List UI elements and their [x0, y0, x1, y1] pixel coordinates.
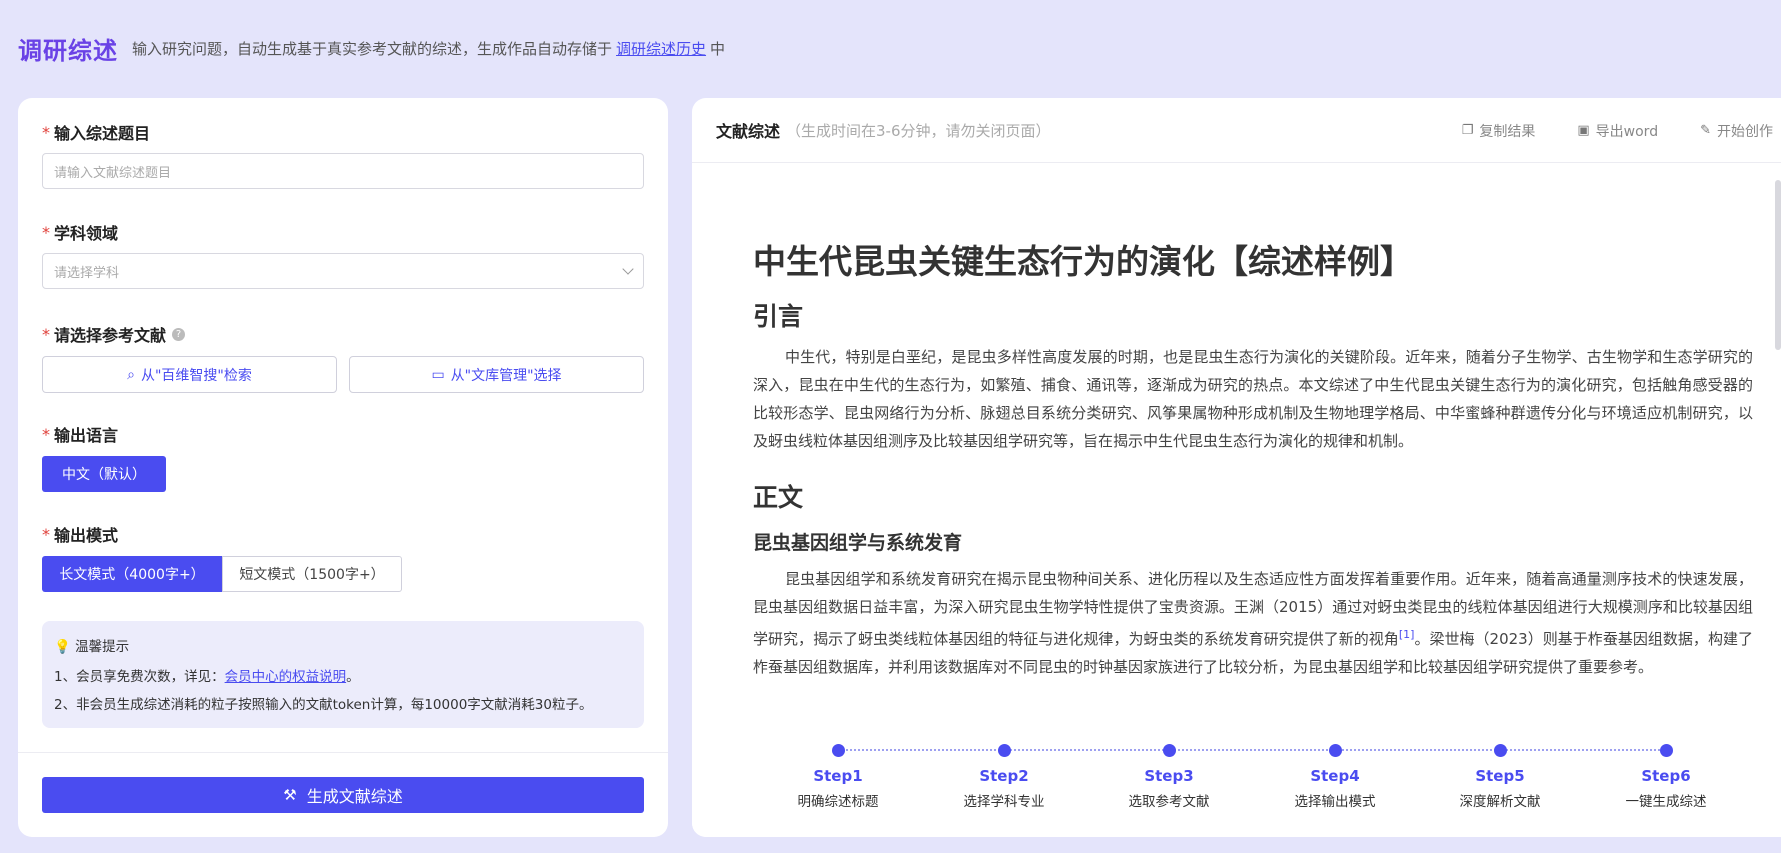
intro-paragraph: 中生代，特别是白垩纪，是昆虫多样性高度发展的时期，也是昆虫生态行为演化的关键阶段…: [753, 348, 1753, 450]
export-word-button[interactable]: ▣ 导出word: [1577, 121, 1658, 141]
tips-box: 💡 温馨提示 1、会员享免费次数，详见：会员中心的权益说明。 2、非会员生成综述…: [42, 621, 644, 728]
document-title: 中生代昆虫关键生态行为的演化【综述样例】: [753, 242, 1413, 281]
language-label: * 输出语言: [42, 424, 119, 446]
search-icon: ⌕: [127, 366, 135, 383]
topic-input[interactable]: 请输入文献综述题目: [42, 153, 644, 189]
topic-label: * 输入综述题目: [42, 122, 151, 144]
step-4: Step4 选择输出模式: [1260, 744, 1410, 810]
search-refs-button[interactable]: ⌕ 从"百维智搜"检索: [42, 356, 337, 393]
description-suffix: 中: [710, 39, 726, 58]
mode-label: * 输出模式: [42, 524, 119, 546]
subject-label: * 学科领域: [42, 222, 119, 244]
copy-result-button[interactable]: ❐ 复制结果: [1462, 121, 1536, 141]
section-paragraph: 昆虫基因组学和系统发育研究在揭示昆虫物种间关系、进化历程以及生态适应性方面发挥着…: [753, 570, 1753, 676]
result-panel: 文献综述 （生成时间在3-6分钟，请勿关闭页面） ❐ 复制结果 ▣ 导出word ✎…: [692, 98, 1781, 837]
tip-line-1: 1、会员享免费次数，详见：会员中心的权益说明。: [54, 669, 360, 685]
copy-icon: ❐: [1461, 123, 1474, 138]
step-2: Step2 选择学科专业: [929, 744, 1079, 810]
generate-review-button[interactable]: ⚒ 生成文献综述: [42, 777, 644, 813]
chevron-down-icon: [622, 263, 634, 275]
refs-label: * 请选择参考文献?: [42, 322, 186, 346]
history-link[interactable]: 调研综述历史: [616, 40, 706, 58]
result-header: 文献综述 （生成时间在3-6分钟，请勿关闭页面） ❐ 复制结果 ▣ 导出word ✎…: [692, 98, 1781, 163]
description-text: 输入研究问题，自动生成基于真实参考文献的综述，生成作品自动存储于: [132, 39, 613, 58]
intro-heading: 引言: [753, 302, 804, 331]
membership-rights-link[interactable]: 会员中心的权益说明: [225, 669, 347, 685]
step-6: Step6 一键生成综述: [1591, 744, 1741, 810]
divider: [18, 752, 668, 753]
top-bar: 调研综述 输入研究问题，自动生成基于真实参考文献的综述，生成作品自动存储于 调研综…: [18, 30, 725, 66]
lightbulb-icon: 💡: [54, 639, 71, 655]
folder-icon: ▭: [431, 366, 445, 383]
scrollbar[interactable]: [1775, 180, 1781, 350]
edit-icon: ✎: [1700, 123, 1711, 138]
step-5: Step5 深度解析文献: [1425, 744, 1575, 810]
body-heading: 正文: [753, 483, 804, 512]
content-fade: [753, 677, 1753, 737]
review-document: 中生代昆虫关键生态行为的演化【综述样例】 引言 中生代，特别是白垩纪，是昆虫多样…: [753, 163, 1753, 737]
library-refs-button[interactable]: ▭ 从"文库管理"选择: [349, 356, 644, 393]
language-option-chinese[interactable]: 中文（默认）: [42, 456, 166, 492]
step-1: Step1 明确综述标题: [763, 744, 913, 810]
step-3: Step3 选取参考文献: [1094, 744, 1244, 810]
mode-long-button[interactable]: 长文模式（4000字+）: [42, 556, 222, 592]
tips-title: 💡 温馨提示: [54, 639, 130, 655]
start-creating-button[interactable]: ✎ 开始创作: [1700, 121, 1773, 141]
mode-short-button[interactable]: 短文模式（1500字+）: [222, 556, 402, 592]
form-panel: * 输入综述题目 请输入文献综述题目 * 学科领域 请选择学科 * 请选择参考文献? …: [18, 98, 668, 837]
subject-select[interactable]: 请选择学科: [42, 253, 644, 289]
citation-1[interactable]: [1]: [1399, 628, 1415, 641]
result-actions: ❐ 复制结果 ▣ 导出word ✎ 开始创作: [1462, 98, 1781, 163]
steps-progress: Step1 明确综述标题 Step2 选择学科专业 Step3 选取参考文献 Step…: [692, 738, 1781, 837]
section-heading: 昆虫基因组学与系统发育: [753, 532, 963, 554]
tip-line-2: 2、非会员生成综述消耗的粒子按照输入的文献token计算，每10000字文献消耗…: [54, 697, 593, 713]
page-title: 调研综述: [18, 36, 118, 65]
result-subtitle: （生成时间在3-6分钟，请勿关闭页面）: [786, 121, 1051, 140]
result-title: 文献综述: [716, 122, 781, 141]
word-icon: ▣: [1577, 123, 1590, 138]
magic-wand-icon: ⚒: [283, 786, 297, 804]
page-description: 输入研究问题，自动生成基于真实参考文献的综述，生成作品自动存储于 调研综述历史中: [132, 38, 725, 59]
question-icon[interactable]: ?: [172, 327, 186, 341]
